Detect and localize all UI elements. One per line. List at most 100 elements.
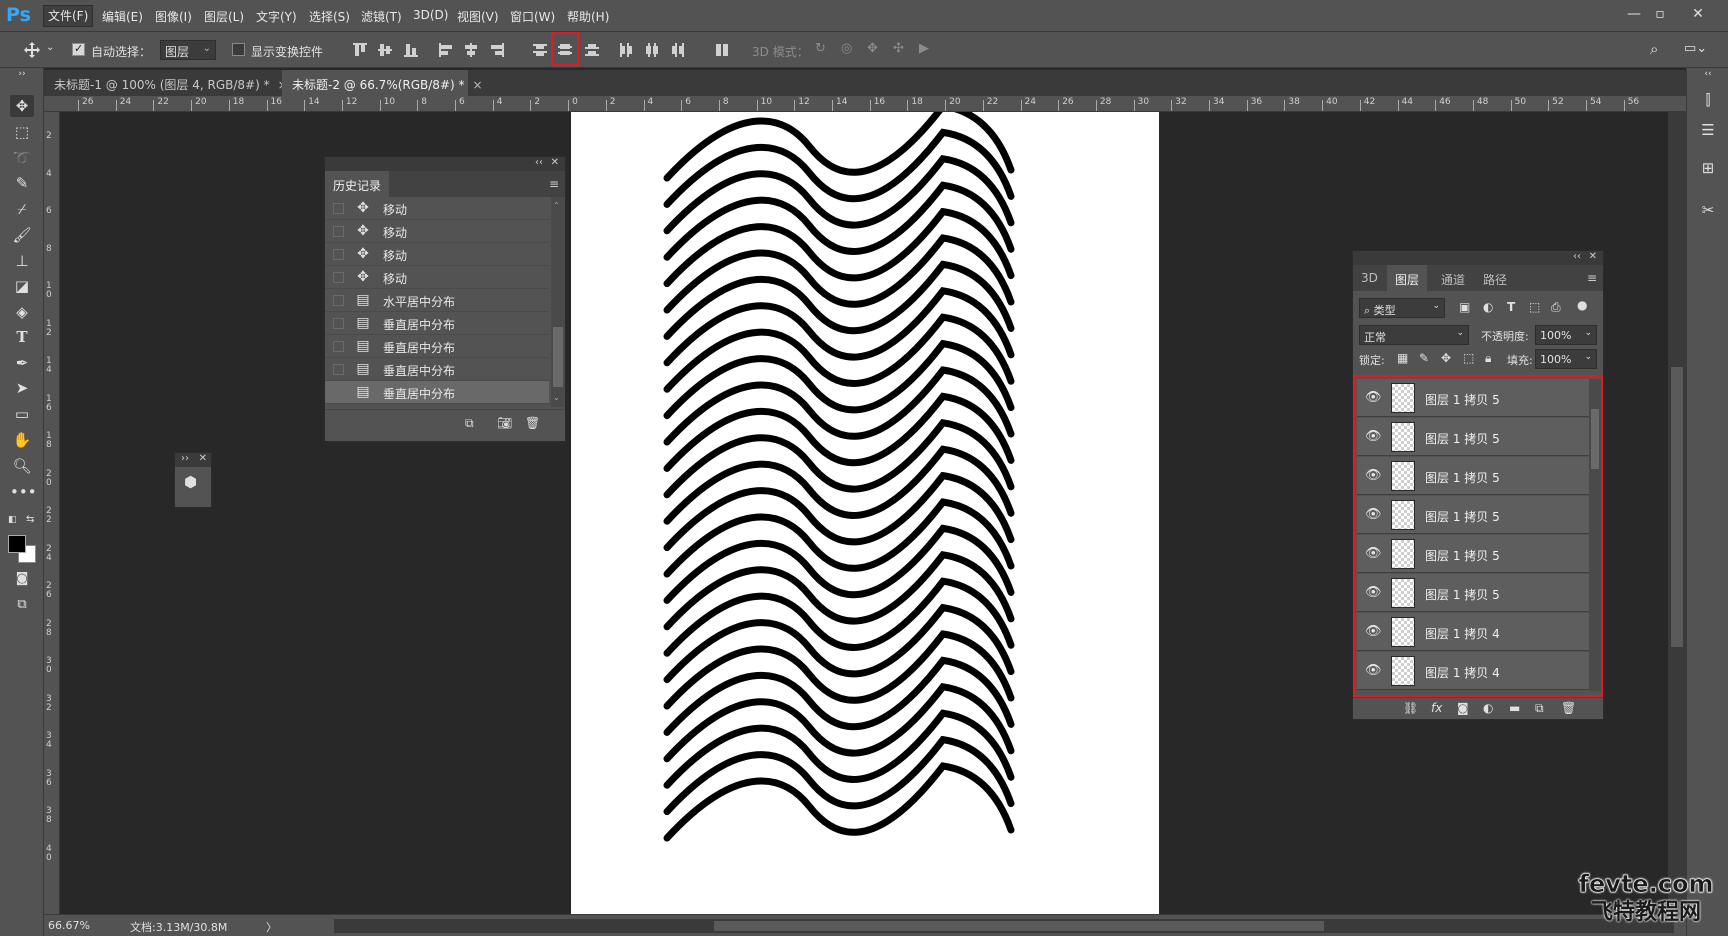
- swap-colors-icon[interactable]: ⇆: [26, 514, 36, 525]
- filter-pixel-icon[interactable]: ▣: [1459, 300, 1470, 314]
- new-document-from-state-icon[interactable]: ⧉: [465, 416, 474, 431]
- vertical-scrollbar[interactable]: [1668, 112, 1686, 918]
- menu-type[interactable]: 文字(Y): [256, 8, 297, 25]
- snapshot-source-box[interactable]: [333, 295, 344, 306]
- search-icon[interactable]: ⌕: [1650, 40, 1658, 58]
- type-tool-icon[interactable]: T: [10, 326, 34, 348]
- dock-collapse-icon[interactable]: ‹‹: [1698, 68, 1718, 80]
- camera-icon[interactable]: 📷︎: [497, 416, 512, 430]
- close-panel-icon[interactable]: ✕: [199, 453, 207, 464]
- snapshot-source-box[interactable]: [333, 387, 344, 398]
- align-bottom-edges-icon[interactable]: [403, 42, 419, 58]
- collapse-panel-icon[interactable]: ››: [181, 453, 189, 464]
- snapshot-source-box[interactable]: [333, 318, 344, 329]
- status-menu-arrow[interactable]: 〉: [266, 919, 277, 935]
- stamp-tool-icon[interactable]: ⊥: [10, 250, 34, 272]
- marquee-tool-icon[interactable]: ⬚: [10, 121, 34, 143]
- properties-icon[interactable]: ☰: [1698, 120, 1718, 140]
- snapshot-source-box[interactable]: [333, 226, 344, 237]
- filter-shape-icon[interactable]: ⬚: [1529, 300, 1540, 314]
- lock-artboard-icon[interactable]: ⬚: [1463, 351, 1474, 365]
- fx-icon[interactable]: fx: [1431, 701, 1442, 715]
- filter-smart-object-icon[interactable]: ⎙: [1551, 300, 1561, 315]
- trash-icon[interactable]: 🗑︎: [1561, 701, 1576, 715]
- 3d-roll-icon[interactable]: ◎: [841, 41, 852, 56]
- tool-preset-chevron-icon[interactable]: ⌄: [46, 42, 54, 53]
- brushes-icon[interactable]: ⫿: [1698, 90, 1718, 110]
- align-top-edges-icon[interactable]: [352, 42, 368, 58]
- move-tool[interactable]: ✥: [10, 95, 34, 117]
- adjustment-layer-icon[interactable]: ◐: [1483, 701, 1493, 715]
- gradient-tool-icon[interactable]: ◈: [10, 301, 34, 323]
- lock-position-icon[interactable]: ✥: [1441, 351, 1451, 365]
- history-row[interactable]: ▤ 垂直居中分布: [325, 358, 549, 381]
- snapshot-source-box[interactable]: [333, 364, 344, 375]
- add-mask-icon[interactable]: ◙: [1457, 701, 1469, 715]
- tools-preset-icon[interactable]: ✂: [1698, 200, 1718, 220]
- hand-tool-icon[interactable]: ✋: [10, 429, 34, 451]
- tab-paths[interactable]: 路径: [1475, 265, 1515, 291]
- show-transform-checkbox[interactable]: [232, 43, 245, 56]
- auto-select-checkbox[interactable]: [72, 42, 85, 56]
- menu-image[interactable]: 图像(I): [155, 8, 192, 25]
- history-row[interactable]: ▤ 垂直居中分布: [325, 312, 549, 335]
- history-row[interactable]: ✥ 移动: [325, 243, 549, 266]
- snapshot-source-box[interactable]: [333, 272, 344, 283]
- filter-type-icon[interactable]: T: [1507, 300, 1515, 314]
- menu-view[interactable]: 视图(V): [457, 8, 499, 25]
- workspace-icon[interactable]: ▭⌄: [1684, 41, 1707, 56]
- history-row-selected[interactable]: ▤ 垂直居中分布: [325, 381, 549, 404]
- collapse-panel-icon[interactable]: ‹‹: [1573, 251, 1581, 262]
- lock-all-icon[interactable]: 🔒︎: [1485, 351, 1491, 366]
- eyedropper-tool-icon[interactable]: ⌿: [10, 198, 34, 220]
- document-tab-1[interactable]: 未标题-1 @ 100% (图层 4, RGB/8#) *×: [44, 70, 288, 96]
- eraser-tool-icon[interactable]: ◪: [10, 275, 34, 297]
- menu-layer[interactable]: 图层(L): [204, 8, 244, 25]
- snapshot-source-box[interactable]: [333, 341, 344, 352]
- distribute-horizontal-centers-icon[interactable]: [644, 42, 660, 58]
- panel-menu-icon[interactable]: ≡: [549, 177, 559, 191]
- lasso-tool-icon[interactable]: ➰: [10, 147, 34, 169]
- path-selection-tool-icon[interactable]: ➤: [10, 377, 34, 399]
- scrollbar-thumb[interactable]: [553, 327, 563, 387]
- menu-3d[interactable]: 3D(D): [413, 8, 448, 22]
- align-horizontal-centers-icon[interactable]: [463, 42, 479, 58]
- distribute-top-edges-icon[interactable]: [532, 42, 548, 58]
- 3d-scale-icon[interactable]: ▶: [919, 41, 929, 56]
- document-tab-2[interactable]: 未标题-2 @ 66.7%(RGB/8#) * ×: [282, 70, 483, 96]
- align-left-edges-icon[interactable]: [438, 42, 454, 58]
- maximize-button[interactable]: ▫: [1646, 4, 1674, 24]
- opacity-input[interactable]: 100% ⌄: [1535, 325, 1597, 345]
- rectangle-tool-icon[interactable]: ▭: [10, 403, 34, 425]
- history-row[interactable]: ✥ 移动: [325, 220, 549, 243]
- distribute-right-edges-icon[interactable]: [670, 42, 686, 58]
- history-row[interactable]: ▤ 垂直居中分布: [325, 335, 549, 358]
- menu-select[interactable]: 选择(S): [309, 8, 350, 25]
- snapshot-source-box[interactable]: [333, 249, 344, 260]
- filter-adjustment-icon[interactable]: ◐: [1483, 300, 1493, 314]
- tab-channels[interactable]: 通道: [1433, 265, 1473, 291]
- history-row[interactable]: ✥ 移动: [325, 266, 549, 289]
- snapshot-source-box[interactable]: [333, 203, 344, 214]
- close-tab-icon[interactable]: ×: [473, 78, 483, 92]
- scroll-down-icon[interactable]: ⌄: [553, 393, 560, 402]
- link-layers-icon[interactable]: ⛓: [1403, 701, 1418, 715]
- adjustments-icon[interactable]: ⊞: [1698, 158, 1718, 178]
- menu-file[interactable]: 文件(F): [42, 5, 94, 27]
- move-tool-icon[interactable]: [24, 42, 40, 58]
- minimize-button[interactable]: —: [1620, 4, 1648, 24]
- close-window-button[interactable]: ✕: [1684, 4, 1712, 24]
- 3d-pan-icon[interactable]: ✥: [867, 41, 878, 56]
- brush-tool-icon[interactable]: 🖌: [10, 224, 34, 246]
- auto-select-target-dropdown[interactable]: 图层 ⌄: [160, 40, 216, 60]
- menu-help[interactable]: 帮助(H): [567, 8, 609, 25]
- history-row[interactable]: ▤ 水平居中分布: [325, 289, 549, 312]
- 3d-cube-icon[interactable]: ⬢: [184, 473, 197, 491]
- 3d-rotate-icon[interactable]: ↻: [815, 41, 826, 56]
- foreground-color-swatch[interactable]: [8, 535, 26, 553]
- quick-mask-icon[interactable]: ◙: [10, 568, 34, 590]
- zoom-tool-icon[interactable]: 🔍︎: [10, 455, 34, 477]
- distribute-bottom-edges-icon[interactable]: [584, 42, 600, 58]
- lock-transparent-icon[interactable]: ▦: [1397, 351, 1408, 365]
- screen-mode-icon[interactable]: ⧉: [10, 594, 34, 616]
